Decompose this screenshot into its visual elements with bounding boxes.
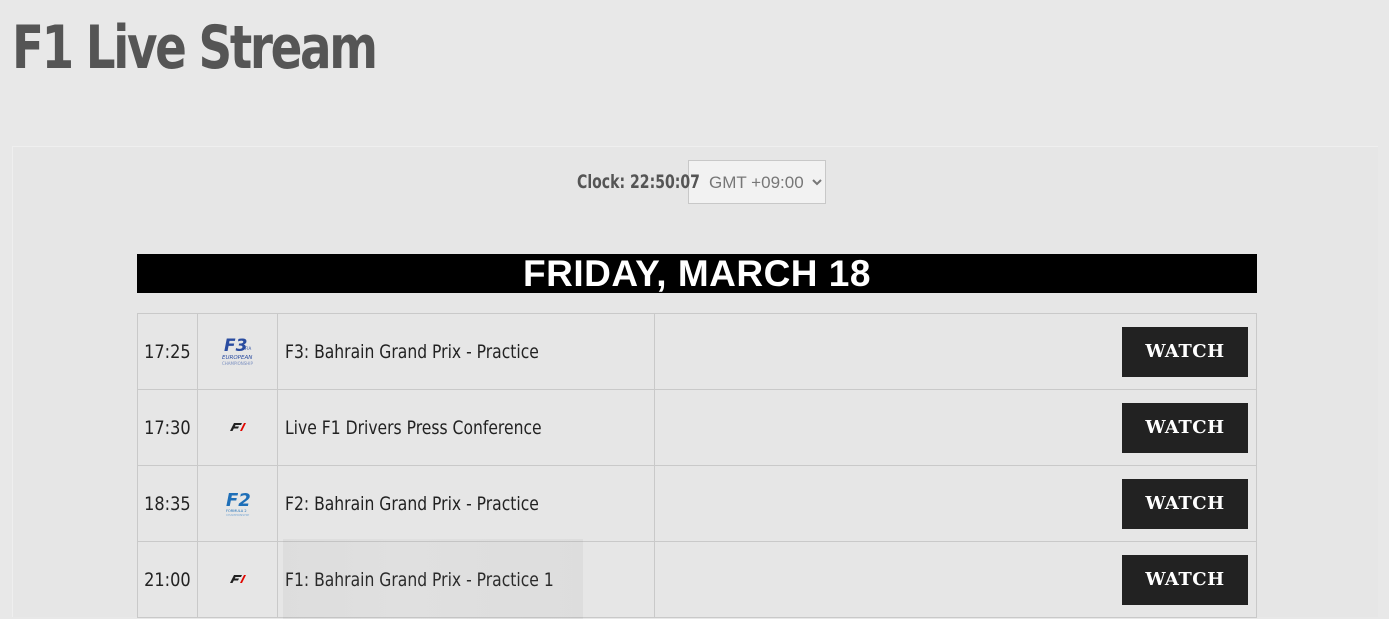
clock-bar: Clock: 22:50:07 GMT +09:00: [577, 160, 826, 204]
event-title: F2: Bahrain Grand Prix - Practice: [277, 465, 655, 542]
svg-text:CHAMPIONSHIP: CHAMPIONSHIP: [226, 513, 249, 517]
table-row: 17:25 F3 FIA EUROPEAN CHAMPIONSHIP F3: B…: [137, 313, 1257, 390]
schedule-panel: Clock: 22:50:07 GMT +09:00 FRIDAY, MARCH…: [12, 146, 1378, 619]
watch-button[interactable]: WATCH: [1122, 402, 1248, 453]
f2-logo-icon: F2 FORMULA 2 CHAMPIONSHIP: [226, 490, 251, 517]
event-title: Live F1 Drivers Press Conference: [277, 389, 655, 466]
svg-text:F3: F3: [224, 336, 247, 356]
timezone-select[interactable]: GMT +09:00: [688, 160, 826, 204]
table-row: 17:30 Live F1 Drivers Press Conference W…: [137, 389, 1257, 466]
clock-label: Clock: 22:50:07: [577, 171, 700, 193]
event-time: 17:30: [137, 389, 198, 466]
event-title: F3: Bahrain Grand Prix - Practice: [277, 313, 655, 390]
table-row: 18:35 F2 FORMULA 2 CHAMPIONSHIP F2: Bahr…: [137, 465, 1257, 542]
event-time: 18:35: [137, 465, 198, 542]
day-header: FRIDAY, MARCH 18: [137, 254, 1257, 293]
watch-button[interactable]: WATCH: [1122, 554, 1248, 605]
f1-logo-icon: [229, 423, 246, 432]
watch-button[interactable]: WATCH: [1122, 478, 1248, 529]
svg-text:F2: F2: [226, 490, 251, 511]
svg-text:FIA: FIA: [245, 346, 251, 351]
background-watermark: [283, 539, 583, 619]
watch-button[interactable]: WATCH: [1122, 326, 1248, 377]
page-title: F1 Live Stream: [12, 13, 378, 83]
svg-text:CHAMPIONSHIP: CHAMPIONSHIP: [222, 361, 253, 366]
f1-logo-icon: [229, 575, 246, 584]
f3-logo-icon: F3 FIA EUROPEAN CHAMPIONSHIP: [222, 336, 253, 366]
event-time: 17:25: [137, 313, 198, 390]
event-time: 21:00: [137, 541, 198, 618]
